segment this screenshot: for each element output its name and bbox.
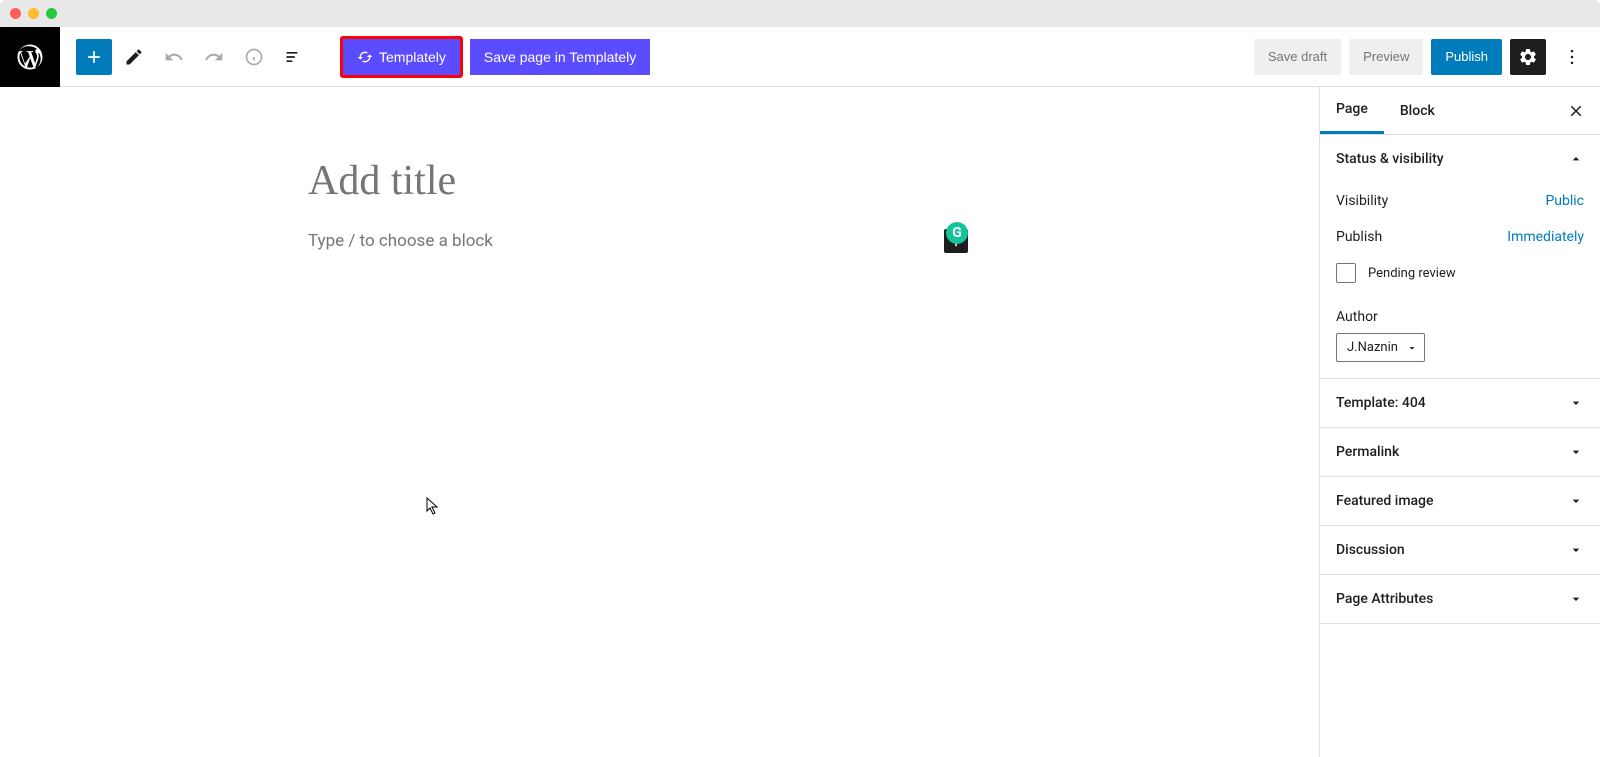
templately-label: Templately <box>379 49 446 65</box>
sidebar-tabs: Page Block <box>1320 87 1600 135</box>
panel-title-featured-image: Featured image <box>1336 493 1434 509</box>
settings-sidebar: Page Block Status & visibility Visibilit… <box>1319 87 1600 757</box>
toolbar-left: Templately Save page in Templately <box>60 36 650 78</box>
list-view-button[interactable] <box>276 39 312 75</box>
visibility-value[interactable]: Public <box>1545 193 1584 209</box>
publish-button[interactable]: Publish <box>1431 39 1502 75</box>
chevron-down-icon <box>1568 542 1584 558</box>
row-visibility: Visibility Public <box>1336 183 1584 219</box>
chevron-down-icon <box>1568 444 1584 460</box>
wordpress-logo[interactable] <box>0 27 60 87</box>
mac-minimize-button[interactable] <box>28 8 39 19</box>
save-draft-button[interactable]: Save draft <box>1254 39 1341 75</box>
block-placeholder-row: Type / to choose a block <box>308 229 968 253</box>
chevron-down-icon <box>1406 342 1418 354</box>
panel-title-template: Template: 404 <box>1336 395 1426 411</box>
panel-header-status[interactable]: Status & visibility <box>1320 135 1600 183</box>
publish-value[interactable]: Immediately <box>1507 229 1584 245</box>
kebab-icon <box>1562 47 1582 67</box>
panel-permalink: Permalink <box>1320 428 1600 477</box>
row-pending-review: Pending review <box>1336 255 1584 291</box>
panel-header-discussion[interactable]: Discussion <box>1320 526 1600 574</box>
panel-header-page-attributes[interactable]: Page Attributes <box>1320 575 1600 623</box>
close-sidebar-button[interactable] <box>1560 95 1592 127</box>
block-placeholder-text[interactable]: Type / to choose a block <box>308 231 944 251</box>
close-icon <box>1567 102 1585 120</box>
panel-template: Template: 404 <box>1320 379 1600 428</box>
tab-block[interactable]: Block <box>1384 87 1451 134</box>
chevron-down-icon <box>1568 591 1584 607</box>
tab-page[interactable]: Page <box>1320 87 1384 134</box>
panel-header-template[interactable]: Template: 404 <box>1320 379 1600 427</box>
mac-maximize-button[interactable] <box>46 8 57 19</box>
undo-button[interactable] <box>156 39 192 75</box>
edit-mode-button[interactable] <box>116 39 152 75</box>
visibility-label: Visibility <box>1336 193 1388 209</box>
pending-review-checkbox[interactable] <box>1336 263 1356 283</box>
preview-button[interactable]: Preview <box>1349 39 1423 75</box>
panel-body-status: Visibility Public Publish Immediately Pe… <box>1320 183 1600 378</box>
grammarly-icon[interactable]: G <box>946 222 968 244</box>
save-page-templately-button[interactable]: Save page in Templately <box>470 39 650 75</box>
panel-title-status: Status & visibility <box>1336 151 1444 167</box>
panel-title-permalink: Permalink <box>1336 444 1399 460</box>
chevron-up-icon <box>1568 151 1584 167</box>
settings-button[interactable] <box>1510 39 1546 75</box>
panel-page-attributes: Page Attributes <box>1320 575 1600 624</box>
pending-review-label: Pending review <box>1368 266 1456 281</box>
panel-header-featured-image[interactable]: Featured image <box>1320 477 1600 525</box>
panel-header-permalink[interactable]: Permalink <box>1320 428 1600 476</box>
save-templately-label: Save page in Templately <box>484 49 636 65</box>
templately-highlight: Templately <box>340 36 463 78</box>
toolbar-right: Save draft Preview Publish <box>1254 39 1600 75</box>
templately-icon <box>357 49 373 65</box>
panel-discussion: Discussion <box>1320 526 1600 575</box>
author-label: Author <box>1336 291 1584 333</box>
page-title-input[interactable] <box>308 157 968 205</box>
publish-label: Publish <box>1336 229 1382 245</box>
panel-title-page-attributes: Page Attributes <box>1336 591 1433 607</box>
row-publish: Publish Immediately <box>1336 219 1584 255</box>
info-button[interactable] <box>236 39 272 75</box>
panel-featured-image: Featured image <box>1320 477 1600 526</box>
mac-title-bar <box>0 0 1600 27</box>
panel-title-discussion: Discussion <box>1336 542 1405 558</box>
templately-button[interactable]: Templately <box>343 39 460 75</box>
add-block-button[interactable] <box>76 39 112 75</box>
mac-close-button[interactable] <box>10 8 21 19</box>
chevron-down-icon <box>1568 395 1584 411</box>
editor-topbar: Templately Save page in Templately Save … <box>0 27 1600 87</box>
panel-status-visibility: Status & visibility Visibility Public Pu… <box>1320 135 1600 379</box>
gear-icon <box>1518 47 1538 67</box>
author-value: J.Naznin <box>1347 340 1398 355</box>
chevron-down-icon <box>1568 493 1584 509</box>
author-select[interactable]: J.Naznin <box>1336 333 1425 362</box>
more-options-button[interactable] <box>1554 39 1590 75</box>
redo-button[interactable] <box>196 39 232 75</box>
editor-canvas: Type / to choose a block G <box>0 87 1319 757</box>
